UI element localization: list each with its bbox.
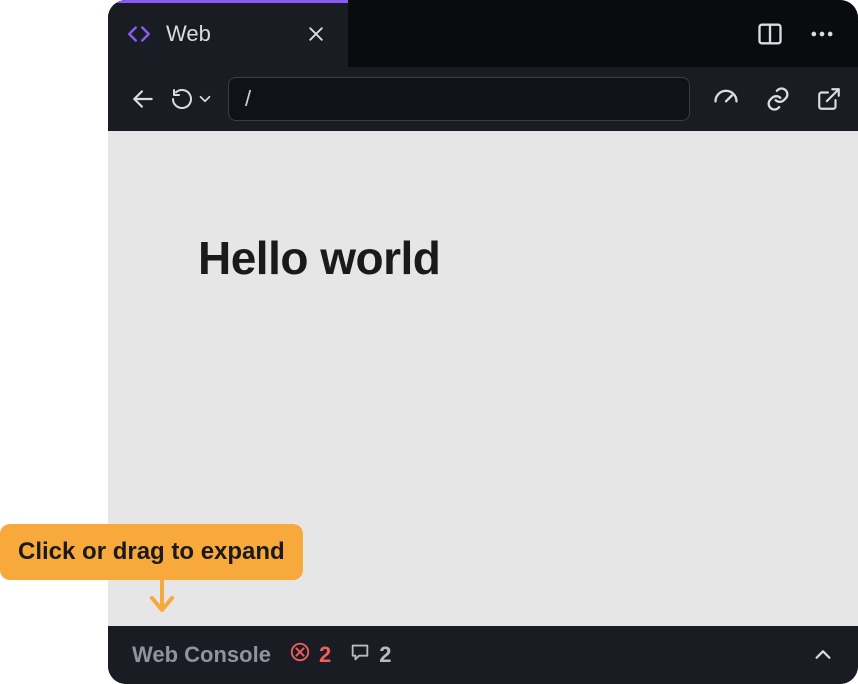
link-icon[interactable] — [764, 85, 792, 113]
tooltip: Click or drag to expand — [0, 524, 303, 580]
toolbar-right — [704, 85, 842, 113]
error-icon — [289, 641, 311, 669]
tooltip-arrow-icon — [148, 576, 184, 623]
url-text: / — [245, 86, 251, 112]
tab-strip: Web — [108, 0, 858, 67]
tooltip-text: Click or drag to expand — [18, 538, 285, 565]
tab-active[interactable]: Web — [108, 0, 348, 67]
nav-group — [130, 86, 214, 112]
message-count: 2 — [379, 642, 391, 668]
chevron-up-icon[interactable] — [812, 644, 834, 666]
reload-icon[interactable] — [170, 87, 194, 111]
console-title: Web Console — [132, 642, 271, 668]
more-icon[interactable] — [808, 20, 836, 48]
tab-accent — [108, 0, 348, 3]
console-bar[interactable]: Web Console 2 2 — [108, 626, 858, 684]
chevron-down-icon[interactable] — [196, 90, 214, 108]
toolbar: / — [108, 67, 858, 131]
error-count: 2 — [319, 642, 331, 668]
message-icon — [349, 641, 371, 669]
console-errors[interactable]: 2 — [289, 641, 331, 669]
tab-title: Web — [166, 21, 288, 47]
url-bar[interactable]: / — [228, 77, 690, 121]
browser-window: Web — [108, 0, 858, 684]
console-messages[interactable]: 2 — [349, 641, 391, 669]
gauge-icon[interactable] — [712, 85, 740, 113]
code-icon — [126, 21, 152, 47]
close-icon[interactable] — [302, 20, 330, 48]
tab-strip-actions — [348, 0, 858, 67]
external-link-icon[interactable] — [816, 86, 842, 112]
page-heading: Hello world — [198, 231, 768, 285]
back-icon[interactable] — [130, 86, 156, 112]
split-panel-icon[interactable] — [756, 20, 784, 48]
